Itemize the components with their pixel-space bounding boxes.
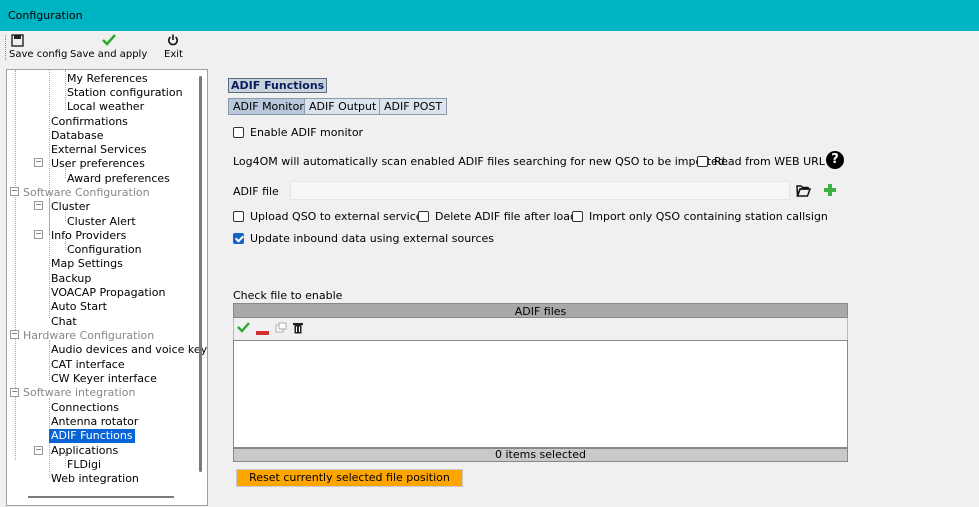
read-from-web-url-label: Read from WEB URL	[714, 155, 825, 168]
tree-item-web-integration[interactable]: Web integration	[51, 472, 139, 486]
save-config-label: Save config	[9, 49, 68, 60]
tree-item-backup[interactable]: Backup	[51, 272, 91, 286]
tree-item-external-services[interactable]: External Services	[51, 143, 147, 157]
window-title: Configuration	[8, 9, 83, 22]
tree-item-configuration[interactable]: Configuration	[67, 243, 142, 257]
tree-horizontal-scrollbar[interactable]	[28, 496, 174, 498]
scan-description: Log4OM will automatically scan enabled A…	[233, 155, 729, 168]
copy-icon[interactable]	[275, 322, 287, 336]
collapse-toggle[interactable]: −	[34, 201, 43, 210]
enable-adif-monitor-checkbox[interactable]: Enable ADIF monitor	[233, 126, 363, 139]
tree-item-fldigi[interactable]: FLDigi	[67, 458, 101, 472]
tree-connector	[65, 70, 66, 110]
toolbar-grip	[5, 35, 7, 60]
settings-tree[interactable]: − − − − − − − My References Station conf…	[6, 69, 208, 506]
tab-adif-post[interactable]: ADIF POST	[379, 98, 448, 115]
update-inbound-label: Update inbound data using external sourc…	[250, 232, 494, 245]
reset-file-position-button[interactable]: Reset currently selected file position	[236, 469, 463, 487]
checkbox-box	[572, 211, 583, 222]
window-title-bar: Configuration	[0, 0, 979, 31]
checkbox-box	[418, 211, 429, 222]
trash-icon[interactable]	[293, 322, 303, 337]
tab-adif-output[interactable]: ADIF Output	[304, 98, 382, 115]
checkmark-icon	[70, 34, 147, 49]
collapse-toggle[interactable]: −	[34, 158, 43, 167]
tree-item-map-settings[interactable]: Map Settings	[51, 257, 123, 271]
import-only-station-label: Import only QSO containing station calls…	[589, 210, 828, 223]
enable-adif-monitor-label: Enable ADIF monitor	[250, 126, 364, 139]
upload-qso-checkbox[interactable]: Upload QSO to external services	[233, 210, 428, 223]
add-icon[interactable]	[823, 183, 837, 200]
tree-item-auto-start[interactable]: Auto Start	[51, 300, 107, 314]
read-from-web-url-checkbox[interactable]: Read from WEB URL	[697, 155, 825, 168]
tree-connector	[15, 70, 16, 460]
tree-item-info-providers[interactable]: Info Providers	[51, 229, 126, 243]
adif-files-grid-header: ADIF files	[233, 303, 848, 318]
adif-file-input[interactable]	[290, 181, 790, 200]
save-and-apply-label: Save and apply	[70, 49, 148, 60]
open-folder-icon[interactable]	[796, 184, 812, 200]
exit-button[interactable]: Exit	[164, 34, 183, 60]
checkbox-box	[697, 156, 708, 167]
collapse-toggle[interactable]: −	[34, 446, 43, 455]
toolbar: Save config Save and apply Exit	[0, 31, 979, 64]
update-inbound-checkbox[interactable]: Update inbound data using external sourc…	[233, 232, 494, 245]
tree-item-hardware-configuration[interactable]: Hardware Configuration	[23, 329, 154, 343]
tree-item-chat[interactable]: Chat	[51, 315, 77, 329]
tree-item-connections[interactable]: Connections	[51, 401, 119, 415]
tree-connector	[49, 198, 50, 318]
upload-qso-label: Upload QSO to external services	[250, 210, 429, 223]
tree-item-award-preferences[interactable]: Award preferences	[67, 172, 170, 186]
tree-item-cluster[interactable]: Cluster	[51, 200, 90, 214]
remove-icon[interactable]	[256, 326, 269, 339]
tree-item-audio-devices[interactable]: Audio devices and voice keye	[51, 343, 207, 357]
tab-adif-monitor[interactable]: ADIF Monitor	[228, 98, 309, 115]
checkbox-box	[233, 127, 244, 138]
tree-item-my-references[interactable]: My References	[67, 72, 148, 86]
grid-toolbar	[233, 318, 848, 340]
tree-item-antenna-rotator[interactable]: Antenna rotator	[51, 415, 138, 429]
collapse-toggle[interactable]: −	[10, 187, 19, 196]
collapse-toggle[interactable]: −	[10, 388, 19, 397]
tree-item-station-configuration[interactable]: Station configuration	[67, 86, 183, 100]
help-icon[interactable]: ?	[826, 151, 844, 169]
grid-selection-status: 0 items selected	[233, 448, 848, 462]
tree-item-cw-keyer-interface[interactable]: CW Keyer interface	[51, 372, 157, 386]
tree-item-adif-functions[interactable]: ADIF Functions	[49, 429, 135, 443]
power-icon	[164, 34, 183, 49]
tree-item-confirmations[interactable]: Confirmations	[51, 115, 128, 129]
tree-vertical-scrollbar[interactable]	[199, 76, 202, 472]
checkbox-box-checked	[233, 233, 244, 244]
check-file-label: Check file to enable	[233, 289, 343, 302]
collapse-toggle[interactable]: −	[34, 230, 43, 239]
adif-files-grid[interactable]	[233, 340, 848, 448]
collapse-toggle[interactable]: −	[10, 330, 19, 339]
check-icon[interactable]	[237, 322, 250, 336]
delete-after-load-checkbox[interactable]: Delete ADIF file after load	[418, 210, 577, 223]
checkbox-box	[233, 211, 244, 222]
section-title: ADIF Functions	[228, 78, 328, 93]
tree-item-software-integration[interactable]: Software integration	[23, 386, 135, 400]
tree-connector	[49, 340, 50, 380]
tree-item-software-configuration[interactable]: Software Configuration	[23, 186, 150, 200]
tree-item-cluster-alert[interactable]: Cluster Alert	[67, 215, 136, 229]
tree-item-voacap-propagation[interactable]: VOACAP Propagation	[51, 286, 165, 300]
floppy-disk-icon	[9, 34, 67, 49]
save-and-apply-button[interactable]: Save and apply	[70, 34, 147, 60]
tree-item-user-preferences[interactable]: User preferences	[51, 157, 145, 171]
exit-label: Exit	[164, 49, 183, 60]
save-config-button[interactable]: Save config	[9, 34, 67, 60]
tree-item-database[interactable]: Database	[51, 129, 104, 143]
import-only-station-checkbox[interactable]: Import only QSO containing station calls…	[572, 210, 828, 223]
tree-item-cat-interface[interactable]: CAT interface	[51, 358, 125, 372]
delete-after-load-label: Delete ADIF file after load	[435, 210, 577, 223]
tree-item-applications[interactable]: Applications	[51, 444, 118, 458]
adif-file-label: ADIF file	[233, 185, 279, 198]
tree-item-local-weather[interactable]: Local weather	[67, 100, 144, 114]
